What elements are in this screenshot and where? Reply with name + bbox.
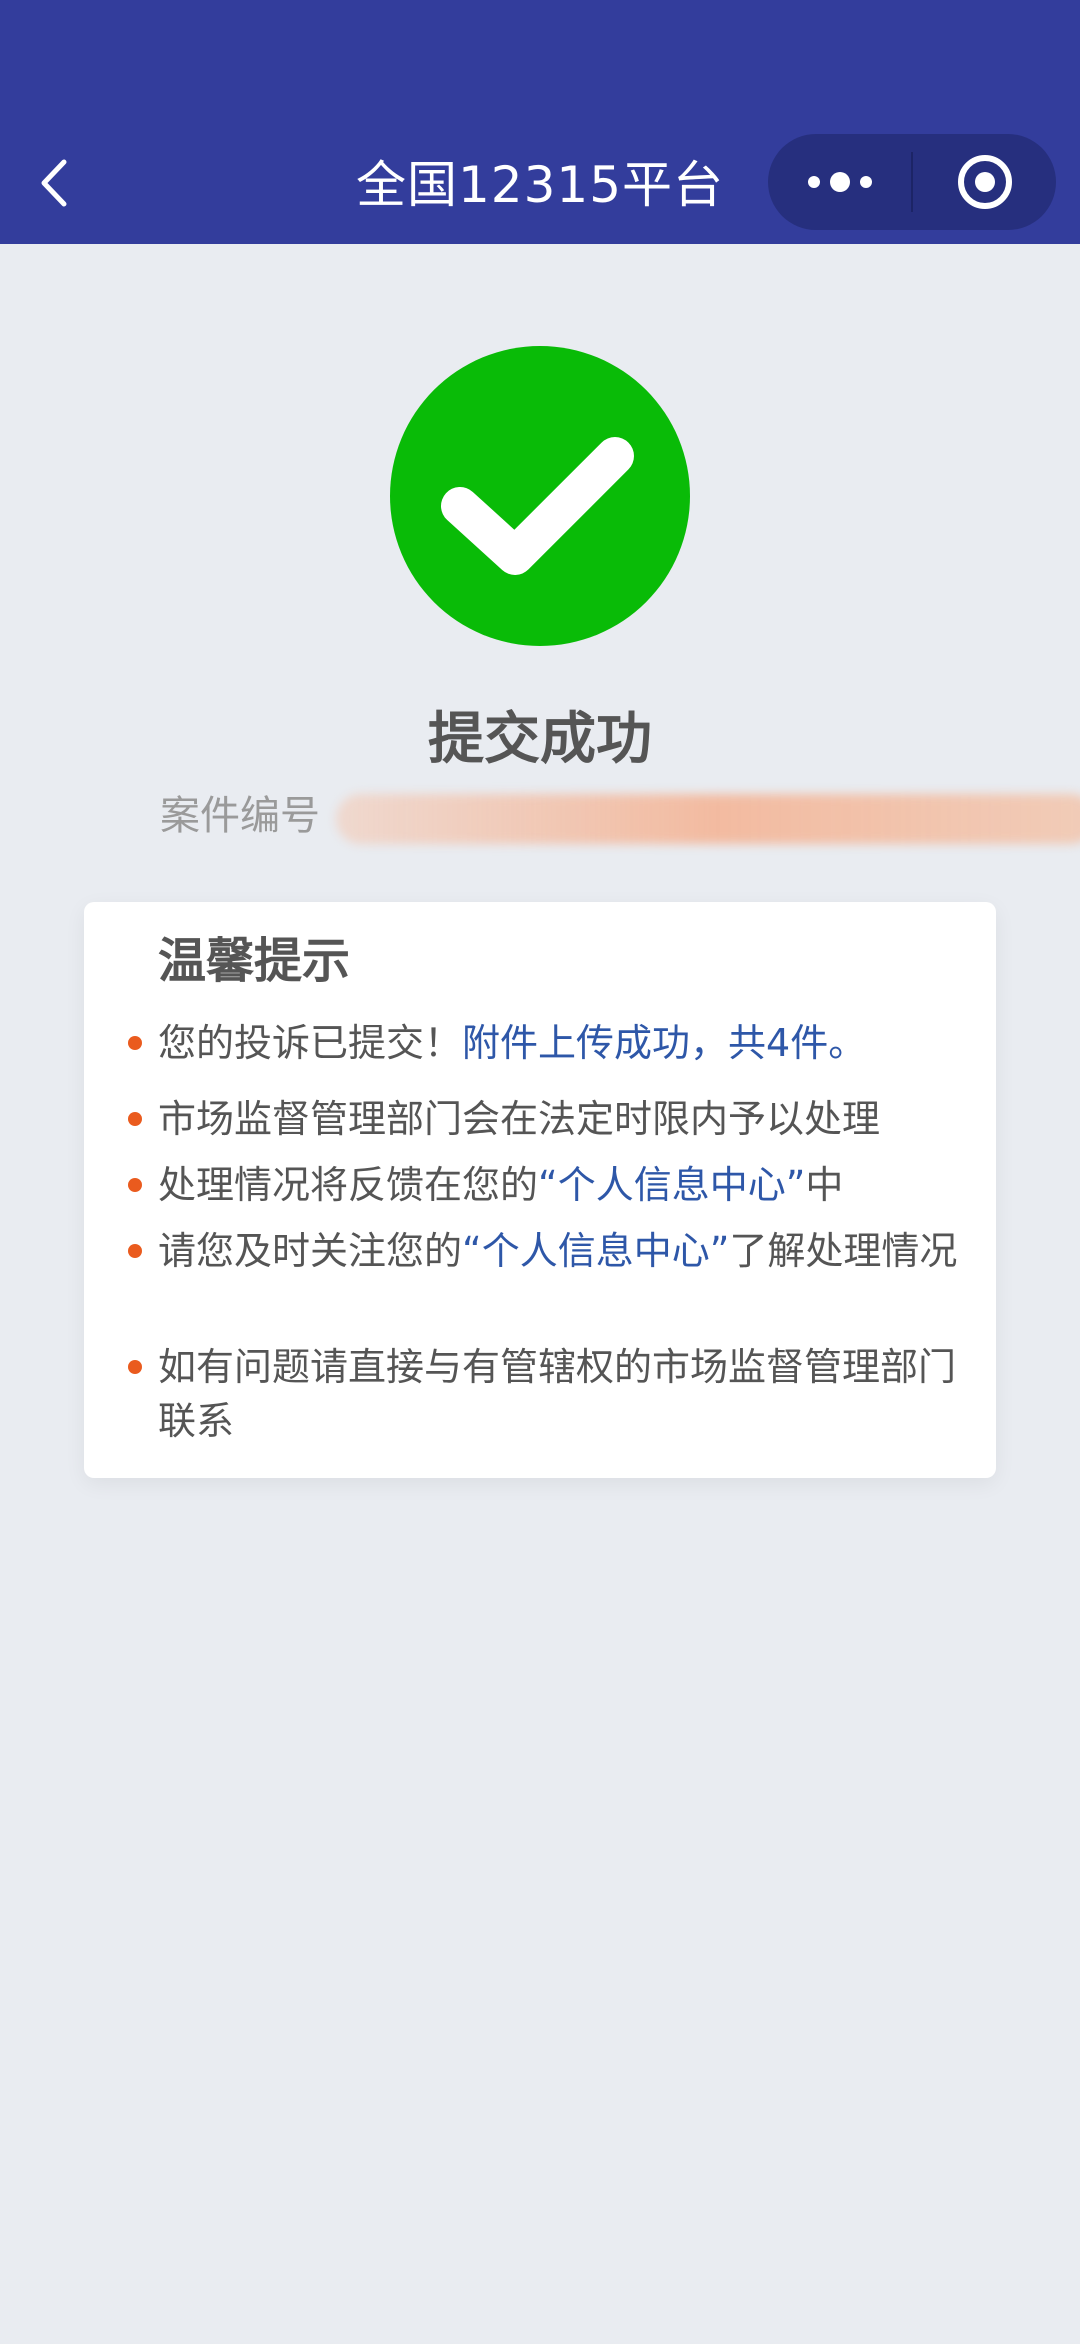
bullet-icon [128,1360,142,1374]
chevron-left-icon [41,159,67,207]
case-number-row: 案件编号 ██████████████████ [160,786,1080,846]
more-button[interactable] [768,134,911,230]
tip-text: 请您及时关注您的“个人信息中心”了解处理情况 [158,1229,958,1273]
tip-text: 市场监督管理部门会在法定时限内予以处理 [158,1097,881,1141]
tip-text: 如有问题请直接与有管辖权的市场监督管理部门联系 [158,1345,957,1443]
more-dots-icon [808,172,872,192]
tip-highlight: 附件上传成功，共4件。 [462,1021,867,1065]
page-title: 全国12315平台 [355,156,725,214]
bullet-icon [128,1244,142,1258]
back-button[interactable] [30,150,86,216]
mini-program-capsule [768,134,1056,230]
personal-center-link: “个人信息中心” [538,1163,806,1207]
top-nav-bar: 全国12315平台 [0,0,1080,244]
bullet-icon [128,1112,142,1126]
case-number-value: ██████████████████ [336,794,1080,844]
tips-card: 温馨提示 您的投诉已提交！附件上传成功，共4件。 市场监督管理部门会在法定时限内… [84,902,996,1478]
target-close-icon [958,155,1012,209]
success-title: 提交成功 [428,707,652,772]
close-button[interactable] [913,134,1056,230]
check-circle-icon [390,346,690,646]
bullet-icon [128,1036,142,1050]
tip-text: 您的投诉已提交！附件上传成功，共4件。 [158,1021,867,1065]
case-number-label: 案件编号 [160,793,320,839]
bullet-icon [128,1178,142,1192]
tip-text: 处理情况将反馈在您的“个人信息中心”中 [158,1163,844,1207]
personal-center-link: “个人信息中心” [462,1229,730,1273]
tips-title: 温馨提示 [158,933,351,989]
